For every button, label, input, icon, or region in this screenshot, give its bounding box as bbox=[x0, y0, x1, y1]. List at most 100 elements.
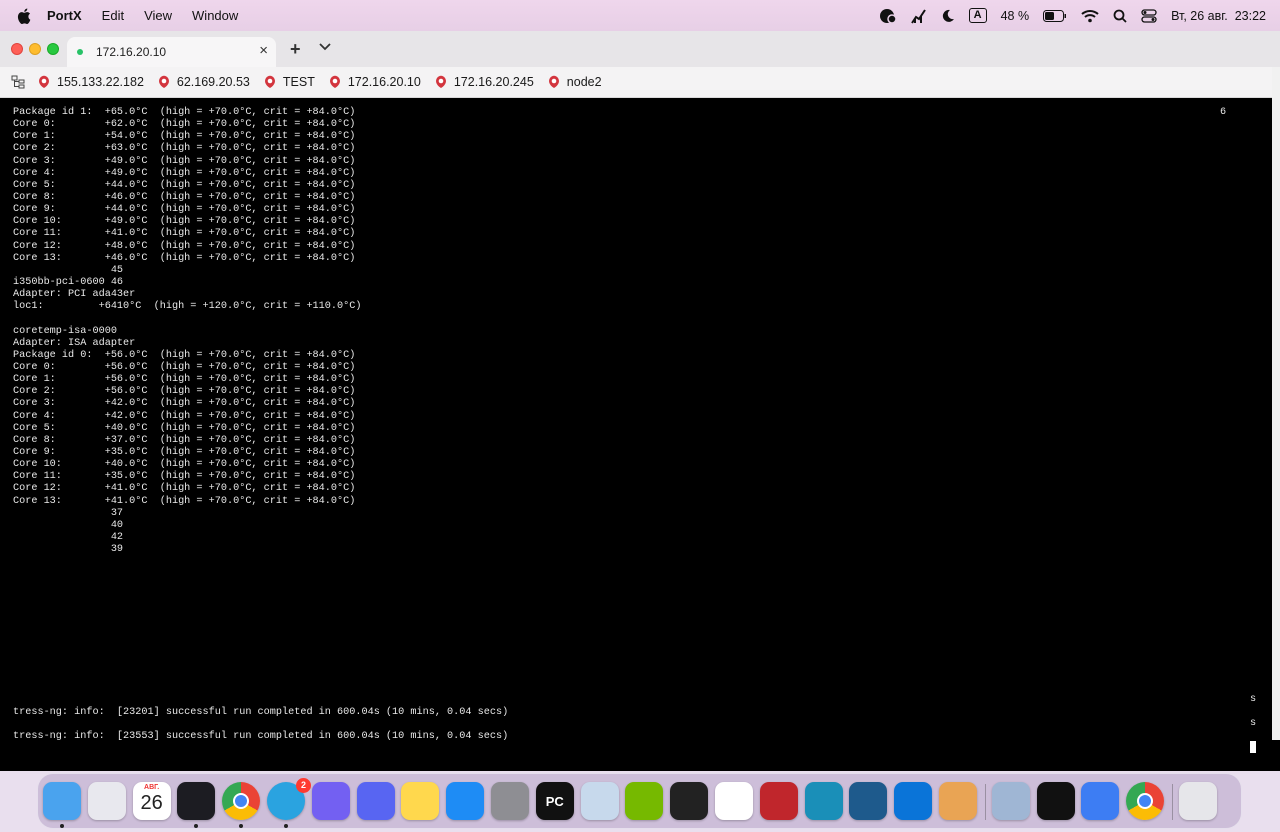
photo-app-icon[interactable] bbox=[939, 782, 977, 820]
terminal-side-mark: s bbox=[1250, 694, 1257, 705]
terminal-line: Core 2: +63.0°C (high = +70.0°C, crit = … bbox=[13, 143, 356, 155]
calendar-day: 26 bbox=[140, 792, 163, 814]
pycharm-icon[interactable]: PC bbox=[535, 782, 574, 820]
terminal-line: Core 1: +54.0°C (high = +70.0°C, crit = … bbox=[13, 131, 356, 143]
viber-icon[interactable] bbox=[311, 782, 350, 820]
preview-icon[interactable] bbox=[991, 782, 1030, 820]
activity-monitor-icon[interactable] bbox=[849, 782, 888, 820]
terminal-line: Core 0: +62.0°C (high = +70.0°C, crit = … bbox=[13, 119, 356, 131]
chrome-center bbox=[1137, 793, 1154, 809]
apple-icon[interactable] bbox=[17, 8, 31, 24]
terminal-icon[interactable] bbox=[670, 782, 709, 820]
terminal-line: Core 12: +48.0°C (high = +70.0°C, crit =… bbox=[13, 240, 356, 252]
keyboard-input-icon[interactable]: A bbox=[968, 8, 987, 23]
remote-app-icon[interactable] bbox=[759, 782, 798, 820]
window-maximize-button[interactable] bbox=[47, 43, 59, 55]
bookmark-label: 62.169.20.53 bbox=[176, 75, 250, 89]
postgres-icon[interactable] bbox=[580, 782, 619, 820]
terminal-status-line: tress-ng: info: [23553] successful run c… bbox=[13, 731, 509, 743]
stats-menu-icon[interactable] bbox=[910, 8, 927, 24]
calendar-icon[interactable]: АВГ. 26 bbox=[132, 782, 171, 820]
battery-icon[interactable] bbox=[1043, 9, 1067, 22]
terminal-bottom-lines: tress-ng: info: [23201] successful run c… bbox=[13, 701, 508, 750]
terminal-line: Core 2: +56.0°C (high = +70.0°C, crit = … bbox=[13, 386, 356, 398]
terminal-line: 37 bbox=[13, 507, 124, 519]
server-bookmark-icon bbox=[264, 75, 275, 88]
search-icon[interactable] bbox=[1113, 9, 1127, 23]
terminal-line: coretemp-isa-0000 bbox=[13, 325, 117, 337]
terminal-line: Adapter: ISA adapter bbox=[13, 337, 136, 349]
dock-separator bbox=[984, 784, 986, 820]
menu-edit[interactable]: Edit bbox=[102, 8, 124, 23]
wifi-icon[interactable] bbox=[1081, 9, 1099, 23]
terminal-line: Core 10: +40.0°C (high = +70.0°C, crit =… bbox=[13, 459, 356, 471]
control-center-icon[interactable] bbox=[1141, 8, 1157, 23]
notification-badge: 2 bbox=[296, 778, 311, 793]
running-indicator bbox=[194, 824, 199, 828]
server-bookmark-icon bbox=[39, 75, 49, 88]
chrome-canary-icon[interactable] bbox=[1126, 782, 1165, 820]
tab-title: 172.16.20.10 bbox=[96, 45, 167, 59]
terminal-side-mark: s bbox=[1250, 718, 1257, 729]
terminal-line: Core 0: +56.0°C (high = +70.0°C, crit = … bbox=[13, 361, 356, 373]
tab-close-icon[interactable]: × bbox=[259, 43, 268, 59]
terminal-line: Core 5: +40.0°C (high = +70.0°C, crit = … bbox=[13, 422, 356, 434]
menu-window[interactable]: Window bbox=[192, 8, 238, 23]
calendar-month: АВГ. bbox=[144, 784, 160, 791]
creative-cloud-icon[interactable] bbox=[879, 8, 897, 24]
terminal-line: Core 13: +41.0°C (high = +70.0°C, crit =… bbox=[13, 495, 356, 507]
hosts-tree-icon[interactable] bbox=[11, 75, 25, 89]
bookmark-host-4[interactable]: 172.16.20.10 bbox=[328, 75, 421, 89]
notes-icon[interactable] bbox=[401, 782, 440, 820]
window-minimize-button[interactable] bbox=[29, 43, 41, 55]
terminal-corner-value: 6 bbox=[1220, 107, 1227, 118]
terminal-line: Core 10: +49.0°C (high = +70.0°C, crit =… bbox=[13, 216, 356, 228]
terminal-line: Core 11: +41.0°C (high = +70.0°C, crit =… bbox=[13, 228, 356, 240]
new-tab-button[interactable]: + bbox=[290, 40, 301, 58]
running-indicator bbox=[60, 824, 64, 828]
bookmark-label: 155.133.22.182 bbox=[57, 75, 144, 89]
terminal-line: Core 12: +41.0°C (high = +70.0°C, crit =… bbox=[13, 483, 356, 495]
bookmark-host-3[interactable]: TEST bbox=[263, 75, 315, 89]
terminal-line: Core 8: +46.0°C (high = +70.0°C, crit = … bbox=[13, 191, 356, 203]
moon-icon[interactable] bbox=[941, 9, 955, 23]
discord-icon[interactable] bbox=[356, 782, 395, 820]
app-store-icon[interactable] bbox=[446, 782, 485, 820]
server-bookmark-icon bbox=[548, 75, 559, 88]
menu-bar: PortX Edit View Window A 48 % Вт, 26 авг… bbox=[0, 0, 1280, 31]
datetime[interactable]: Вт, 26 авг. 23:22 bbox=[1171, 9, 1266, 23]
system-settings-icon[interactable] bbox=[491, 782, 529, 820]
dock: АВГ. 26 2 PC bbox=[37, 773, 1242, 829]
finder-icon[interactable] bbox=[43, 782, 81, 820]
trash-icon[interactable] bbox=[1179, 782, 1217, 820]
battery-percent: 48 % bbox=[1000, 8, 1030, 23]
terminal-line: Core 1: +56.0°C (high = +70.0°C, crit = … bbox=[13, 374, 356, 386]
windows-app-icon[interactable] bbox=[894, 782, 933, 820]
menu-view[interactable]: View bbox=[144, 8, 172, 23]
telegram-icon[interactable]: 2 bbox=[267, 778, 311, 820]
terminal-scrollbar[interactable] bbox=[1272, 67, 1280, 740]
google-drive-icon[interactable] bbox=[715, 782, 753, 820]
portx-icon[interactable] bbox=[177, 782, 216, 820]
chevron-down-icon[interactable] bbox=[319, 43, 331, 51]
terminal-status-line: tress-ng: info: [23201] successful run c… bbox=[13, 707, 509, 718]
stocks-icon[interactable] bbox=[1036, 782, 1075, 820]
nvidia-icon[interactable] bbox=[625, 782, 664, 820]
edge-icon[interactable] bbox=[804, 782, 843, 820]
window-close-button[interactable] bbox=[11, 43, 23, 55]
terminal-line: 39 bbox=[13, 544, 124, 556]
chrome-icon[interactable] bbox=[222, 782, 261, 820]
tab-session[interactable]: 172.16.20.10 × bbox=[67, 37, 276, 67]
app-name-menu[interactable]: PortX bbox=[47, 8, 82, 23]
bookmark-host-2[interactable]: 62.169.20.53 bbox=[157, 75, 250, 89]
terminal-line: Core 8: +37.0°C (high = +70.0°C, crit = … bbox=[13, 434, 356, 446]
terminal-line: Adapter: PCI ada43er bbox=[13, 289, 136, 301]
bookmark-host-1[interactable]: 155.133.22.182 bbox=[37, 75, 144, 89]
bookmark-host-5[interactable]: 172.16.20.245 bbox=[434, 75, 534, 89]
terminal-output[interactable]: Package id 1: +65.0°C (high = +70.0°C, c… bbox=[0, 98, 1272, 771]
bookmark-host-6[interactable]: node2 bbox=[547, 75, 602, 89]
terminal-line: loc1: +6410°C (high = +120.0°C, crit = +… bbox=[13, 301, 362, 313]
roblox-studio-icon[interactable] bbox=[1081, 782, 1120, 820]
launchpad-icon[interactable] bbox=[87, 782, 126, 820]
bookmark-label: node2 bbox=[566, 75, 602, 89]
